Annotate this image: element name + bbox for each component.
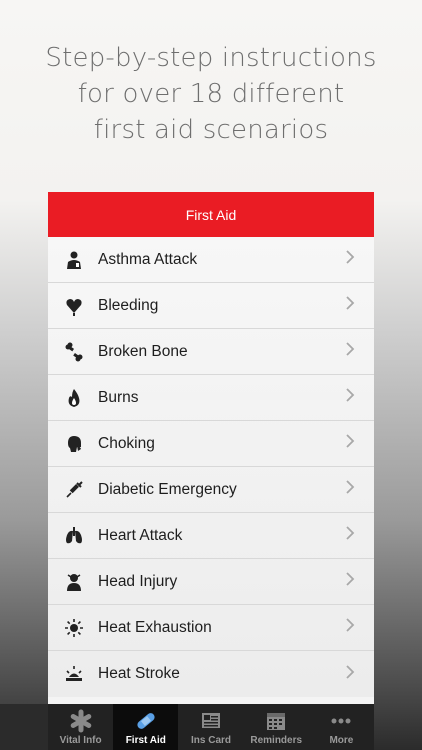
chevron-right-icon	[346, 480, 360, 499]
chevron-right-icon	[346, 618, 360, 637]
list-item-asthma-attack[interactable]: Asthma Attack	[48, 237, 374, 283]
tab-label: First Aid	[125, 735, 166, 746]
tab-vital-info[interactable]: Vital Info	[48, 704, 113, 750]
list-item-label: Asthma Attack	[98, 250, 198, 268]
list-item-diabetic-emergency[interactable]: Diabetic Emergency	[48, 467, 374, 513]
tab-label: Ins Card	[191, 735, 232, 746]
chevron-right-icon	[346, 572, 360, 591]
sun-icon	[62, 616, 86, 640]
chevron-right-icon	[346, 434, 360, 453]
list-item-label: Head Injury	[98, 572, 178, 590]
nav-title: First Aid	[185, 206, 237, 223]
headline: Step-by-step instructions for over 18 di…	[0, 40, 422, 148]
tab-first-aid[interactable]: First Aid	[113, 704, 179, 750]
head-injury-icon	[62, 570, 86, 594]
list-item-label: Burns	[98, 388, 139, 406]
list-item-bleeding[interactable]: Bleeding	[48, 283, 374, 329]
chevron-right-icon	[346, 664, 360, 684]
list-item-heat-stroke[interactable]: Heat Stroke	[48, 651, 374, 697]
chevron-right-icon	[346, 388, 360, 407]
tab-more[interactable]: More	[309, 704, 374, 750]
list-item-label: Heart Attack	[98, 526, 183, 544]
chevron-right-icon	[346, 296, 360, 315]
card-icon	[202, 713, 220, 728]
list-item-label: Choking	[98, 434, 155, 452]
tab-ins-card[interactable]: Ins Card	[178, 704, 243, 750]
fire-icon	[62, 386, 86, 410]
list-item-label: Heat Exhaustion	[98, 618, 212, 636]
chevron-right-icon	[346, 342, 360, 361]
list-item-heart-attack[interactable]: Heart Attack	[48, 513, 374, 559]
phone-screen: First Aid Asthma Attack Bleeding Broken …	[48, 192, 374, 704]
calendar-icon	[267, 713, 286, 730]
headline-line-2: for over 18 different	[77, 79, 345, 109]
tabbar-left-margin	[0, 704, 48, 750]
more-dots-icon	[331, 718, 351, 724]
heat-stroke-icon	[62, 662, 86, 686]
list-item-label: Heat Stroke	[98, 665, 180, 682]
headline-line-1: Step-by-step instructions	[45, 43, 377, 73]
list-item-label: Diabetic Emergency	[98, 480, 237, 498]
tab-label: More	[329, 735, 354, 746]
list-item-broken-bone[interactable]: Broken Bone	[48, 329, 374, 375]
asthma-icon	[62, 248, 86, 272]
list-item-head-injury[interactable]: Head Injury	[48, 559, 374, 605]
tab-bar: Vital Info First Aid Ins Card Reminders …	[48, 704, 374, 750]
lungs-icon	[62, 524, 86, 548]
choking-icon	[62, 432, 86, 456]
first-aid-list: Asthma Attack Bleeding Broken Bone Burns	[48, 237, 374, 697]
asterisk-icon	[70, 709, 91, 733]
chevron-right-icon	[346, 526, 360, 545]
bone-icon	[62, 340, 86, 364]
bleeding-icon	[62, 294, 86, 318]
list-item-burns[interactable]: Burns	[48, 375, 374, 421]
syringe-icon	[62, 478, 86, 502]
list-item-choking[interactable]: Choking	[48, 421, 374, 467]
tab-reminders[interactable]: Reminders	[244, 704, 309, 750]
list-item-label: Broken Bone	[98, 342, 188, 360]
list-item-heat-exhaustion[interactable]: Heat Exhaustion	[48, 605, 374, 651]
tab-label: Reminders	[250, 735, 303, 746]
chevron-right-icon	[346, 250, 360, 269]
bandage-icon	[137, 713, 155, 729]
list-item-label: Bleeding	[98, 296, 159, 314]
tab-label: Vital Info	[59, 735, 102, 746]
navigation-bar: First Aid	[48, 192, 374, 237]
headline-line-3: first aid scenarios	[93, 115, 329, 145]
